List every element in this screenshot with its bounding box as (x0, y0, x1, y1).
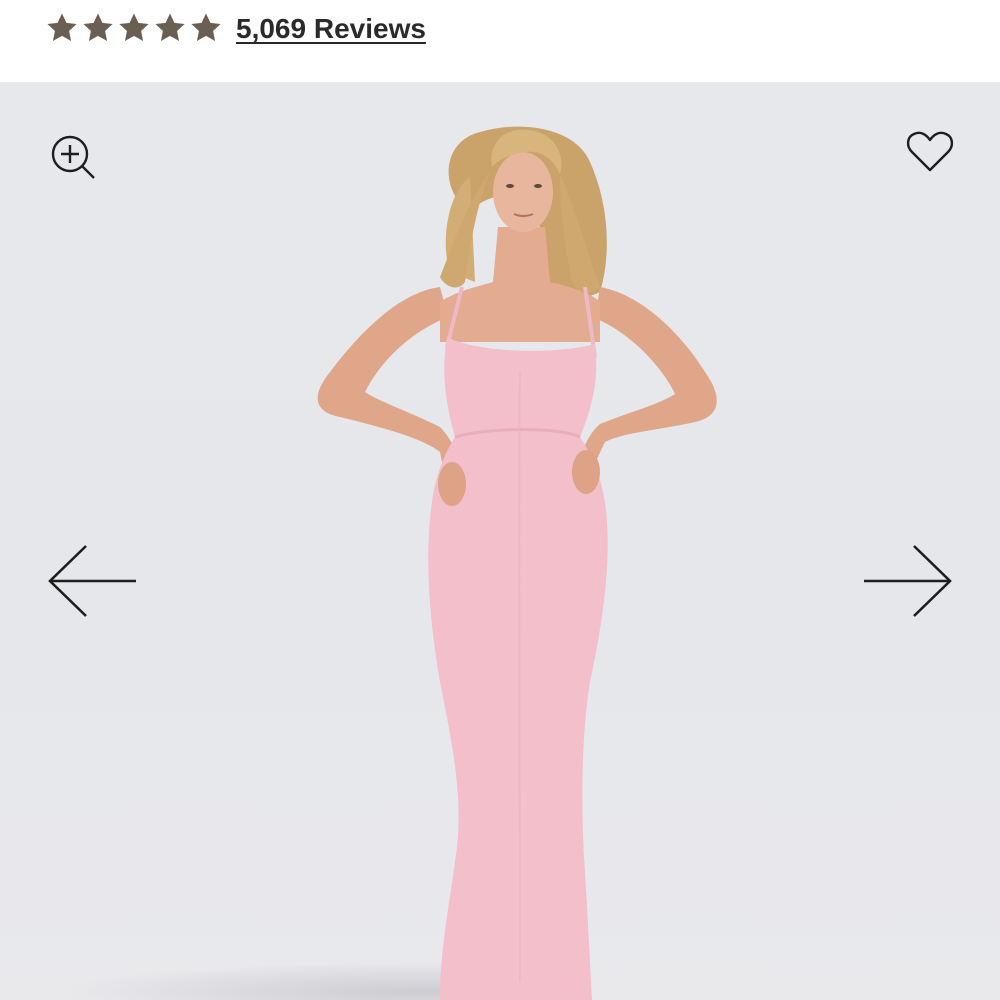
product-image-gallery[interactable] (0, 82, 1000, 1000)
star-icon (191, 13, 221, 42)
star-icon (83, 13, 113, 42)
arrow-right-icon[interactable] (860, 542, 954, 620)
reviews-link[interactable]: 5,069 Reviews (236, 13, 426, 45)
star-icon (47, 13, 77, 42)
product-image (317, 126, 717, 1000)
star-rating (45, 11, 223, 45)
rating-bar: 5,069 Reviews (0, 0, 1000, 82)
star-icon (119, 13, 149, 42)
heart-icon[interactable] (904, 126, 956, 178)
arrow-left-icon[interactable] (46, 542, 140, 620)
star-icon (155, 13, 185, 42)
zoom-in-icon[interactable] (48, 132, 102, 186)
